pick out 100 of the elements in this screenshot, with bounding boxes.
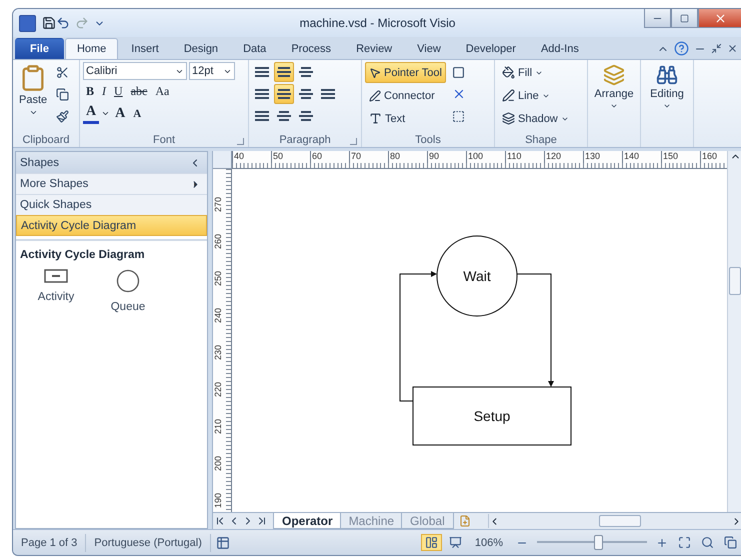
dialog-launcher-icon[interactable] [237, 138, 244, 145]
ribbon-tab[interactable]: Data [231, 38, 278, 59]
copy-icon [56, 88, 70, 100]
connector-icon [369, 90, 381, 102]
text-style-button[interactable]: I [99, 83, 110, 100]
shape-format-button[interactable]: Line [498, 85, 554, 106]
close-button[interactable] [698, 9, 741, 28]
scissors-icon [56, 66, 70, 78]
last-icon [256, 515, 268, 527]
circle-shape-icon [116, 269, 140, 293]
ribbon-tab[interactable]: Review [344, 38, 404, 59]
plus-icon [656, 536, 668, 548]
search-icon [701, 536, 714, 549]
ribbon-tab[interactable]: Add-Ins [528, 38, 591, 59]
ruler-corner [213, 151, 232, 169]
align-lines-icon [277, 66, 291, 78]
paint-bucket-icon [502, 66, 515, 79]
grow-font-button[interactable]: A [112, 104, 128, 122]
horizontal-ruler: 40 50 60 70 80 90 100 110 120 130 140 150 160 [232, 151, 727, 169]
normal-view-button[interactable] [420, 534, 442, 551]
paste-button[interactable]: Paste [16, 62, 50, 132]
table-icon [216, 536, 230, 550]
group-label: Clipboard [22, 134, 70, 146]
caret-icon [28, 108, 38, 117]
maximize-button[interactable] [671, 9, 698, 28]
help-icon[interactable] [674, 41, 689, 56]
align-lines-icon [255, 66, 269, 78]
binoculars-icon [656, 64, 678, 86]
font-color-button[interactable]: A [83, 103, 100, 124]
windows-icon [724, 536, 737, 549]
panel-item[interactable]: Activity Cycle Diagram [16, 215, 207, 236]
first-icon [214, 515, 226, 527]
rectangle-shape-icon [44, 269, 68, 283]
panel-title: Shapes [20, 156, 60, 168]
rectangle-icon [452, 66, 465, 78]
align-lines-icon [299, 88, 313, 100]
tool-button[interactable]: Connector [365, 85, 439, 106]
text-style-button[interactable]: U [111, 83, 126, 100]
vertical-scrollbar[interactable] [727, 169, 741, 512]
layers-icon [603, 64, 625, 86]
restore-document-icon[interactable] [711, 43, 722, 54]
group-label: Font [152, 134, 175, 146]
maximize-icon [680, 14, 689, 22]
scroll-thumb[interactable] [729, 267, 741, 295]
align-lines-icon [255, 110, 269, 122]
ribbon-tab[interactable]: Developer [454, 38, 528, 59]
align-button[interactable] [274, 84, 294, 104]
language-indicator: Portuguese (Portugal) [86, 534, 211, 552]
ribbon-tab[interactable]: Process [279, 38, 344, 59]
panel-item[interactable]: Quick Shapes [16, 194, 207, 215]
align-lines-icon [277, 88, 291, 100]
dashed-square-icon [452, 110, 465, 122]
zoom-percent[interactable]: 106% [466, 534, 511, 552]
panel-item[interactable]: More Shapes [16, 173, 207, 194]
pen-icon [502, 89, 515, 102]
align-lines-icon [299, 66, 313, 78]
align-lines-icon [321, 88, 335, 100]
vertical-ruler: 270 260 250 240 230 220 210 200 190 [213, 169, 232, 512]
close-icon [714, 12, 726, 24]
page-plus-icon [458, 515, 471, 527]
layout-icon [424, 536, 438, 549]
group-label: Paragraph [279, 134, 331, 146]
text-style-button[interactable]: Aa [152, 83, 172, 100]
dialog-launcher-icon[interactable] [350, 138, 357, 145]
undo-icon[interactable] [56, 16, 70, 30]
text-style-button[interactable]: abc [128, 83, 150, 100]
rectangle-node: Setup [412, 386, 572, 446]
shrink-font-button[interactable]: A [130, 106, 144, 120]
group-label: Shape [525, 134, 557, 146]
close-document-icon[interactable] [727, 43, 738, 54]
ribbon-tab[interactable]: Design [172, 38, 230, 59]
tool-button[interactable]: Pointer Tool [365, 62, 446, 83]
stencil-title: Activity Cycle Diagram [16, 239, 207, 267]
page-number[interactable]: Page 1 of 3 [13, 534, 86, 552]
ribbon-tab[interactable]: View [405, 38, 453, 59]
font-size-dropdown[interactable]: 12pt [189, 62, 235, 80]
group-label: Tools [415, 134, 441, 146]
minimize-button[interactable] [644, 9, 671, 28]
pointer-icon [369, 66, 381, 78]
shape-format-button[interactable]: Shadow [498, 108, 573, 129]
caret-icon [663, 102, 671, 110]
file-tab[interactable]: File [15, 38, 64, 59]
horizontal-scrollbar[interactable] [488, 514, 741, 528]
save-icon[interactable] [42, 16, 56, 30]
vertical-align-button[interactable] [274, 62, 294, 82]
editing-button[interactable]: Editing [644, 62, 690, 112]
layers-icon [502, 112, 515, 125]
paintbrush-icon [56, 110, 70, 122]
align-lines-icon [299, 110, 313, 122]
scroll-thumb[interactable] [599, 515, 641, 527]
align-lines-icon [277, 110, 291, 122]
text-style-button[interactable]: B [83, 83, 98, 100]
page-tab[interactable]: Operator [273, 513, 342, 529]
ribbon-tab[interactable]: Insert [119, 38, 171, 59]
ribbon-tab[interactable]: Home [64, 38, 118, 59]
tool-button[interactable]: Text [365, 108, 410, 129]
font-name-dropdown[interactable]: Calibri [83, 62, 187, 80]
presentation-icon [448, 536, 462, 549]
shape-format-button[interactable]: Fill [498, 62, 548, 83]
arrange-button[interactable]: Arrange [591, 62, 637, 112]
